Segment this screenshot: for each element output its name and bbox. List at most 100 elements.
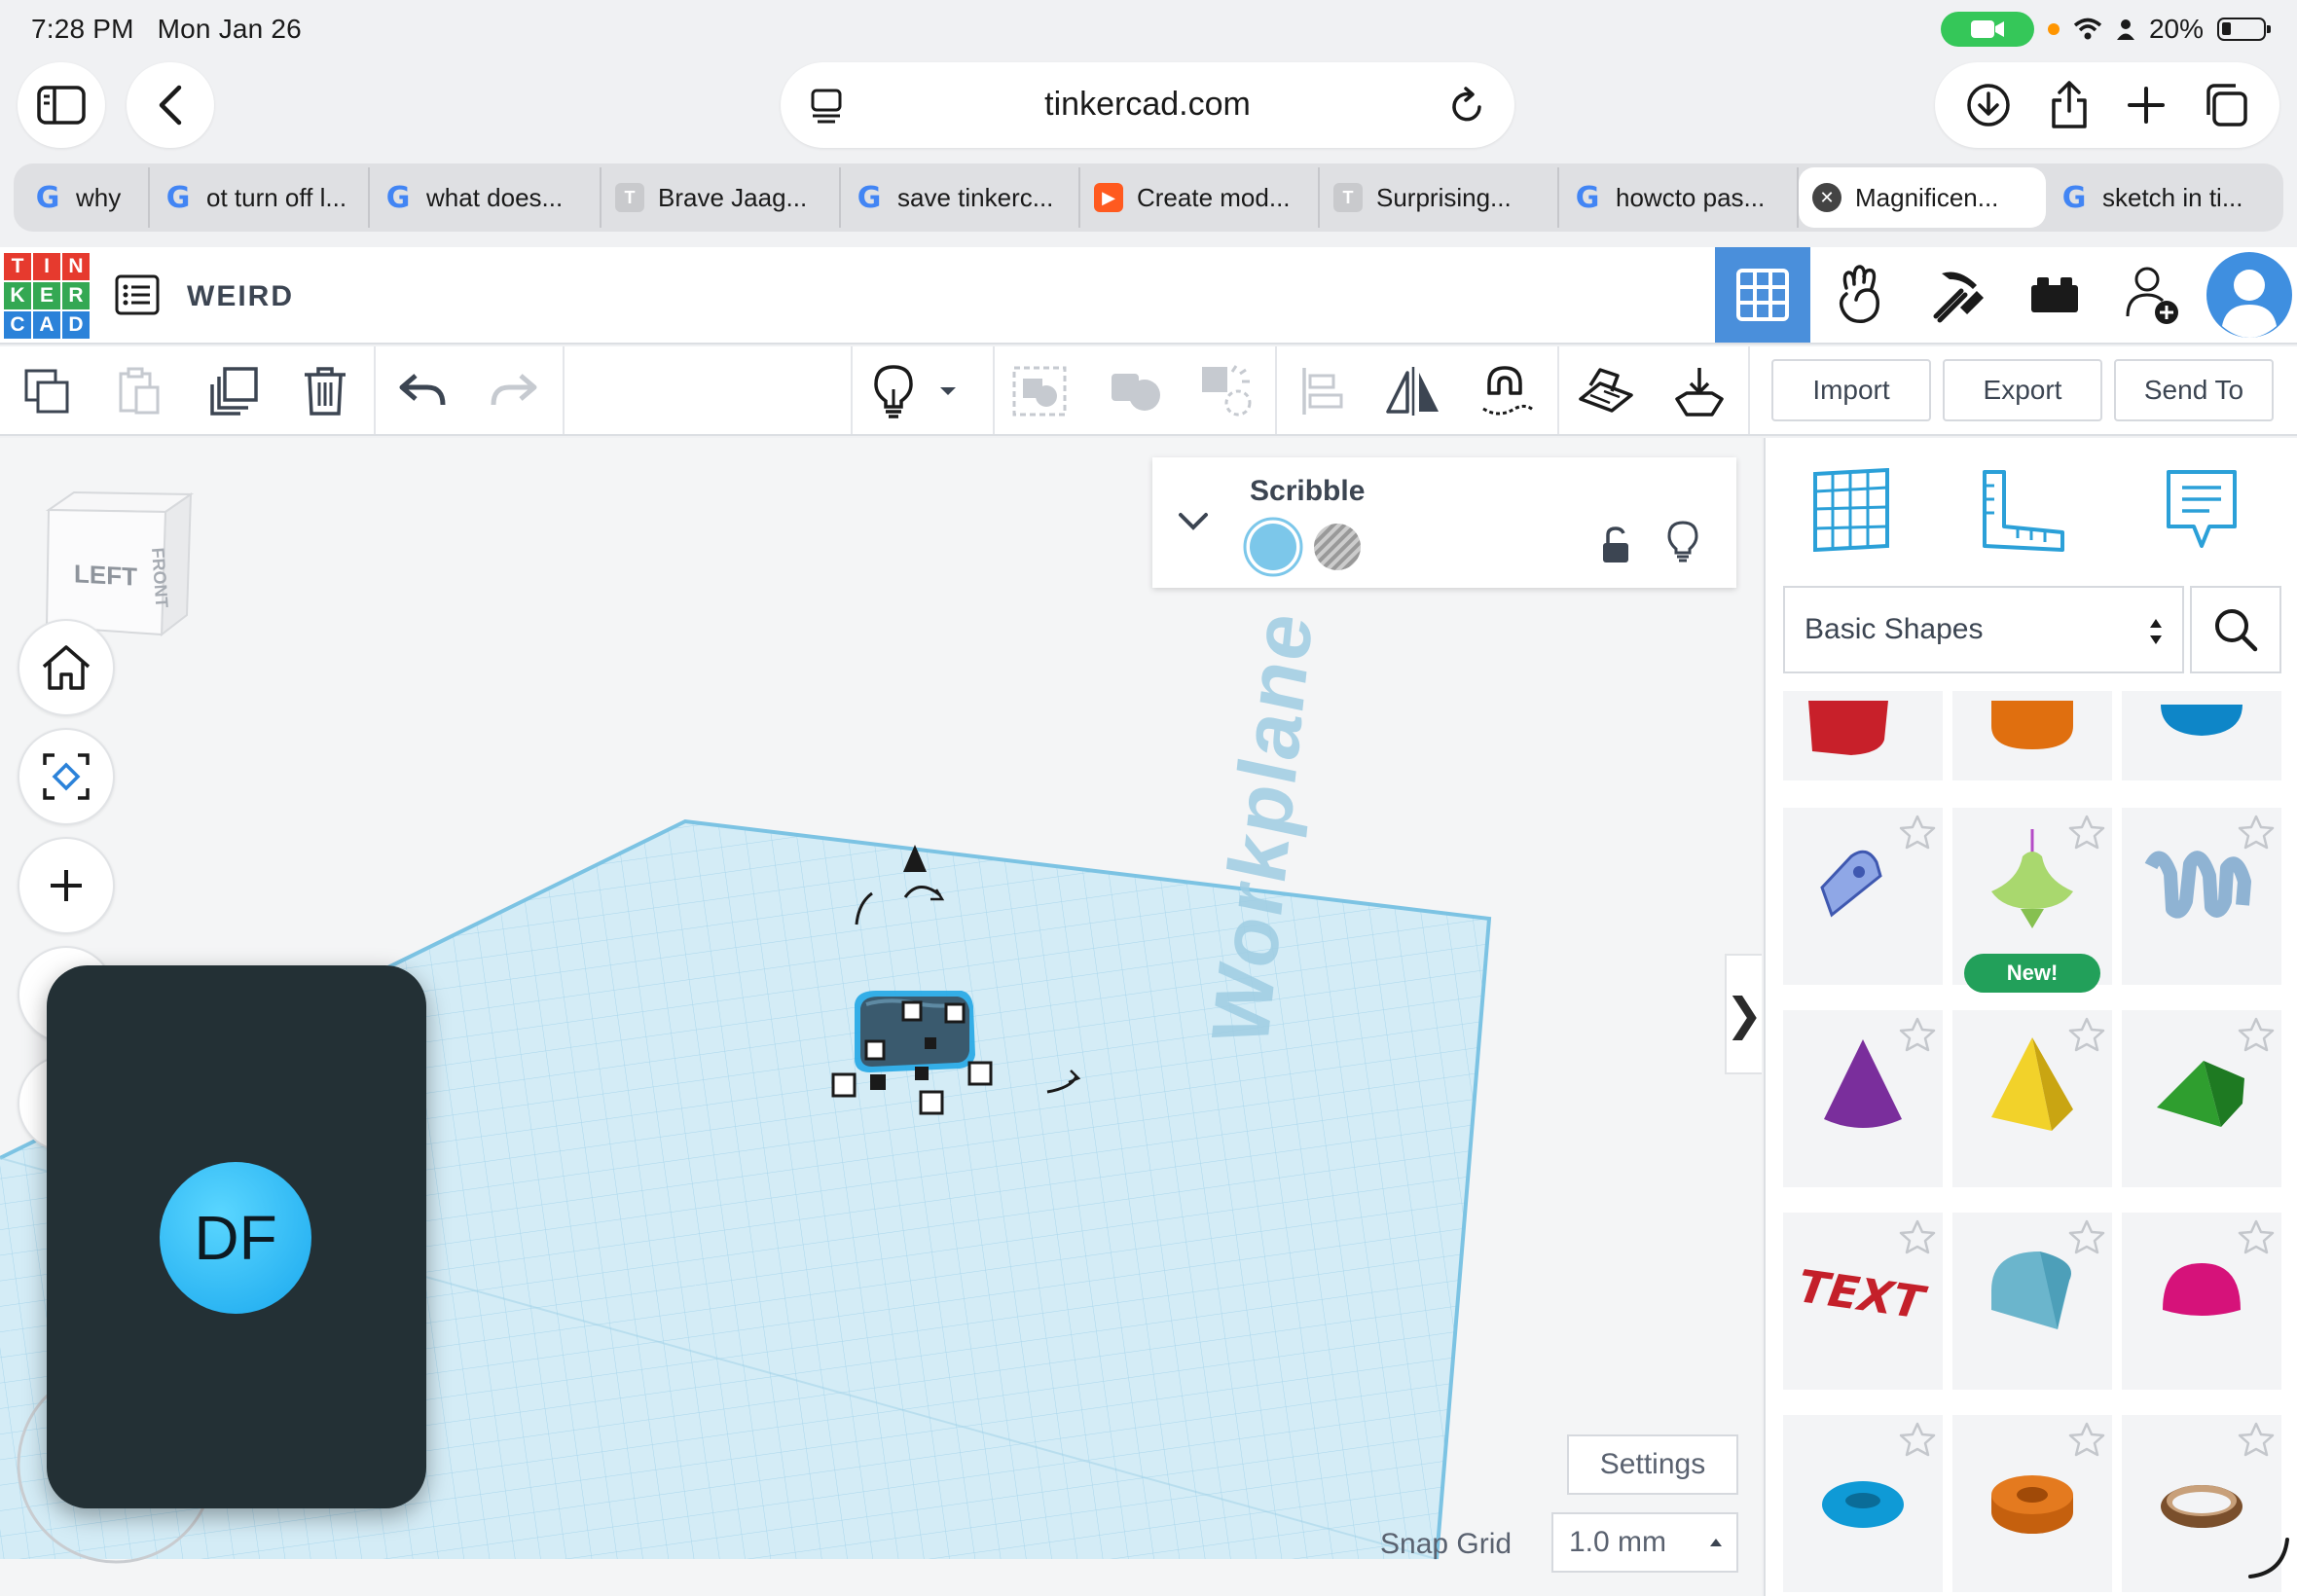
- undo-button[interactable]: [391, 360, 454, 422]
- sidebar-toggle-button[interactable]: [18, 62, 105, 148]
- share-icon[interactable]: [2049, 80, 2090, 130]
- delete-button[interactable]: [294, 360, 356, 422]
- shape-box-card[interactable]: [1783, 691, 1943, 780]
- visibility-dropdown[interactable]: [930, 360, 966, 422]
- shape-tube-card[interactable]: [1952, 1415, 2112, 1592]
- shape-pyramid-card[interactable]: [1952, 1010, 2112, 1187]
- 3d-design-view-button[interactable]: [1715, 247, 1810, 343]
- design-list-icon[interactable]: [115, 274, 160, 315]
- caret-down-icon: [940, 387, 956, 395]
- home-view-button[interactable]: [18, 619, 115, 716]
- favorite-star-icon[interactable]: [1898, 1016, 1937, 1058]
- download-icon[interactable]: [1965, 82, 2012, 128]
- design-name[interactable]: WEIRD: [187, 280, 294, 313]
- shape-half-sphere-card[interactable]: [2122, 1213, 2281, 1390]
- new-tab-icon[interactable]: [2127, 86, 2166, 125]
- favorite-star-icon[interactable]: [2067, 1421, 2106, 1463]
- shape-half-cylinder-card[interactable]: [1952, 1213, 2112, 1390]
- paste-button[interactable]: [107, 360, 169, 422]
- solid-color-swatch[interactable]: [1242, 516, 1304, 578]
- tab-overview-icon[interactable]: [2203, 82, 2249, 128]
- lock-icon[interactable]: [1600, 526, 1631, 564]
- chevron-down-icon[interactable]: [1178, 512, 1209, 531]
- shape-cylinder-thumbnail: [1991, 701, 2073, 749]
- group-button[interactable]: [1008, 360, 1071, 422]
- shape-text-card[interactable]: TEXT: [1783, 1213, 1943, 1390]
- collapse-panel-button[interactable]: ❯: [1725, 954, 1762, 1074]
- mirror-button[interactable]: [1382, 360, 1444, 422]
- favorite-star-icon[interactable]: [2237, 814, 2276, 855]
- favorite-star-icon[interactable]: [2237, 1218, 2276, 1260]
- shape-text-squiggle-card[interactable]: [2122, 808, 2281, 985]
- copy-button[interactable]: [16, 360, 78, 422]
- browser-tab[interactable]: Gsketch in ti...: [2046, 167, 2270, 228]
- view-cube-front-face[interactable]: FRONT: [147, 547, 171, 608]
- facetime-pip-tile[interactable]: DF: [47, 965, 426, 1508]
- ruler-drop-button[interactable]: [1668, 360, 1731, 422]
- address-bar[interactable]: tinkercad.com: [781, 62, 1514, 148]
- notes-panel-tab[interactable]: [2153, 461, 2250, 559]
- favorite-star-icon[interactable]: [2237, 1016, 2276, 1058]
- shape-search-button[interactable]: [2190, 586, 2281, 673]
- view-cube-left-face[interactable]: LEFT: [74, 559, 137, 592]
- favorite-star-icon[interactable]: [1898, 1218, 1937, 1260]
- hole-swatch[interactable]: [1312, 522, 1363, 572]
- back-button[interactable]: [127, 62, 214, 148]
- favorite-star-icon[interactable]: [2237, 1421, 2276, 1463]
- zoom-in-button[interactable]: [18, 837, 115, 934]
- hole-button[interactable]: [1195, 360, 1258, 422]
- tinkercad-t-icon: T: [615, 183, 644, 212]
- new-badge: New!: [1964, 954, 2100, 993]
- import-button[interactable]: Import: [1771, 359, 1931, 421]
- bricks-button[interactable]: [2007, 247, 2102, 343]
- workplane-tool-button[interactable]: [1575, 360, 1637, 422]
- codeblocks-button[interactable]: [1812, 247, 1908, 343]
- send-to-button[interactable]: Send To: [2114, 359, 2274, 421]
- favorite-star-icon[interactable]: [2067, 814, 2106, 855]
- shape-library-select[interactable]: Basic Shapes: [1783, 586, 2184, 673]
- browser-tab[interactable]: T Surprising...: [1320, 167, 1559, 228]
- tab-strip: Gwhy Got turn off l... Gwhat does... T Brave…: [14, 163, 2283, 232]
- shape-cone-card[interactable]: [1783, 1010, 1943, 1187]
- close-tab-icon[interactable]: ✕: [1812, 183, 1841, 212]
- settings-button[interactable]: Settings: [1567, 1434, 1738, 1495]
- browser-tab[interactable]: Gsave tinkerc...: [841, 167, 1080, 228]
- invite-collaborator-button[interactable]: [2104, 247, 2200, 343]
- tinkercad-logo[interactable]: TIN KER CAD: [4, 253, 90, 339]
- browser-tab[interactable]: Ghowcto pas...: [1559, 167, 1799, 228]
- minecraft-tools-button[interactable]: [1910, 247, 2005, 343]
- shape-sphere-card[interactable]: [2122, 691, 2281, 780]
- browser-tab[interactable]: Gwhy: [19, 167, 150, 228]
- shape-scribble-card[interactable]: [1783, 808, 1943, 985]
- favorite-star-icon[interactable]: [1898, 814, 1937, 855]
- shape-roof-card[interactable]: [2122, 1010, 2281, 1187]
- selected-scribble-object[interactable]: [827, 983, 1003, 1121]
- align-button[interactable]: [1291, 360, 1353, 422]
- shape-sphere-thumbnail: [2161, 705, 2242, 736]
- favorite-star-icon[interactable]: [2067, 1218, 2106, 1260]
- favorite-star-icon[interactable]: [2067, 1016, 2106, 1058]
- snap-grid-select[interactable]: 1.0 mm: [1551, 1512, 1738, 1573]
- browser-tab[interactable]: ✕ Magnificen...: [1799, 167, 2046, 228]
- browser-tab[interactable]: T Brave Jaag...: [602, 167, 841, 228]
- browser-tab[interactable]: Gwhat does...: [370, 167, 602, 228]
- ruler-panel-tab[interactable]: [1974, 461, 2071, 559]
- browser-tab[interactable]: ▶ Create mod...: [1080, 167, 1320, 228]
- lightbulb-icon[interactable]: [1666, 520, 1699, 562]
- shape-spinning-top-card[interactable]: New!: [1952, 808, 2112, 993]
- shape-cylinder-card[interactable]: [1952, 691, 2112, 780]
- ungroup-button[interactable]: [1104, 360, 1166, 422]
- user-avatar[interactable]: [2202, 247, 2297, 343]
- cruise-button[interactable]: [1477, 360, 1540, 422]
- browser-tab[interactable]: Got turn off l...: [150, 167, 370, 228]
- show-all-button[interactable]: [862, 360, 925, 422]
- export-button[interactable]: Export: [1943, 359, 2102, 421]
- duplicate-button[interactable]: [202, 360, 265, 422]
- redo-button[interactable]: [483, 360, 545, 422]
- reload-icon[interactable]: [1450, 86, 1485, 125]
- shape-torus-card[interactable]: [1783, 1415, 1943, 1592]
- fit-view-button[interactable]: [18, 728, 115, 825]
- favorite-star-icon[interactable]: [1898, 1421, 1937, 1463]
- workplane-panel-tab[interactable]: [1803, 461, 1900, 559]
- undo-icon: [399, 374, 446, 406]
